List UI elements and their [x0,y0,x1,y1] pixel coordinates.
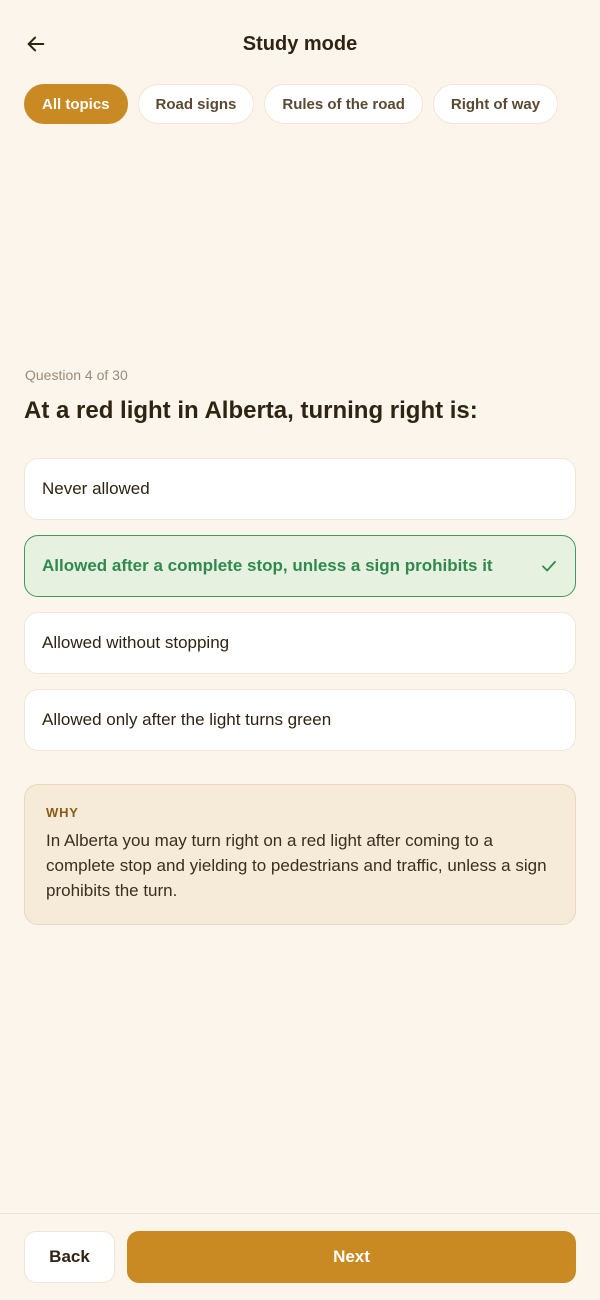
answer-option[interactable]: Allowed only after the light turns green [24,689,576,751]
answer-option-label: Allowed only after the light turns green [42,710,332,729]
topic-tabs: All topics Road signs Rules of the road … [24,84,559,124]
answer-option[interactable]: Never allowed [24,458,576,520]
answer-option[interactable]: Allowed without stopping [24,612,576,674]
tab-road-signs[interactable]: Road signs [137,84,255,124]
app-header: Study mode [0,0,600,88]
tab-right-of-way[interactable]: Right of way [432,84,559,124]
footer-bar: Back Next [0,1213,600,1300]
next-button[interactable]: Next [127,1231,576,1283]
page-title: Study mode [242,33,358,55]
explanation-label: WHY [46,805,79,820]
question-text: At a red light in Alberta, turning right… [24,397,478,424]
answer-options: Never allowed Allowed after a complete s… [24,458,576,766]
check-icon [540,557,558,575]
tab-all-topics[interactable]: All topics [24,84,128,124]
answer-option-correct[interactable]: Allowed after a complete stop, unless a … [24,535,576,597]
tab-rules-of-the-road[interactable]: Rules of the road [264,84,423,124]
answer-option-label: Never allowed [42,479,150,498]
back-button[interactable]: Back [24,1231,115,1283]
question-progress: Question 4 of 30 [25,367,128,383]
explanation-card: WHY In Alberta you may turn right on a r… [24,784,576,925]
answer-option-label: Allowed without stopping [42,633,230,652]
answer-option-label: Allowed after a complete stop, unless a … [42,556,493,575]
explanation-text: In Alberta you may turn right on a red l… [46,831,547,900]
